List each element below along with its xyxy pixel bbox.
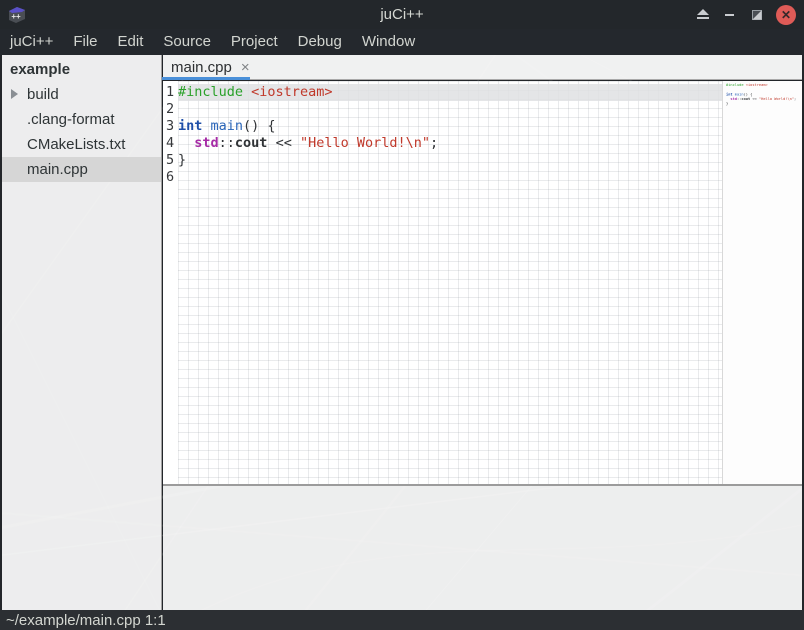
code-line-1: #include <iostream> bbox=[178, 84, 722, 101]
code-line-4: std::cout << "Hello World!\n"; bbox=[726, 97, 802, 102]
menubar: juCi++FileEditSourceProjectDebugWindow bbox=[0, 29, 804, 55]
shade-button[interactable] bbox=[695, 7, 711, 23]
line-number-gutter: 123456 bbox=[163, 81, 178, 484]
close-icon: ✕ bbox=[781, 9, 791, 21]
menu-item-edit[interactable]: Edit bbox=[110, 29, 152, 55]
code-line-3: int main() { bbox=[178, 118, 722, 135]
line-number: 3 bbox=[166, 118, 178, 135]
main-panel: main.cpp × 123456 #include <iostream> in… bbox=[163, 55, 802, 610]
tree-item--clang-format[interactable]: .clang-format bbox=[2, 107, 161, 132]
project-root-label: example bbox=[2, 57, 161, 82]
minimap-code: #include <iostream> int main() { std::co… bbox=[726, 83, 802, 111]
tree-item-build[interactable]: build bbox=[2, 82, 161, 107]
line-number: 1 bbox=[166, 84, 178, 101]
expander-arrow-icon[interactable] bbox=[11, 89, 18, 99]
menu-item-debug[interactable]: Debug bbox=[290, 29, 350, 55]
tree-item-main-cpp[interactable]: main.cpp bbox=[2, 157, 161, 182]
tree-item-label: .clang-format bbox=[27, 111, 115, 128]
tab-close-icon[interactable]: × bbox=[241, 60, 250, 75]
statusbar: ~/example/main.cpp 1:1 bbox=[0, 610, 804, 630]
line-number: 4 bbox=[166, 135, 178, 152]
menu-item-juci[interactable]: juCi++ bbox=[2, 29, 61, 55]
tree-item-label: build bbox=[27, 86, 59, 103]
eject-icon bbox=[696, 8, 710, 21]
menu-item-file[interactable]: File bbox=[65, 29, 105, 55]
menu-item-source[interactable]: Source bbox=[155, 29, 219, 55]
code-area[interactable]: #include <iostream> int main() { std::co… bbox=[178, 81, 722, 484]
window-title: juCi++ bbox=[0, 6, 804, 23]
tab-bar: main.cpp × bbox=[163, 55, 802, 80]
active-tab-indicator bbox=[162, 77, 250, 80]
terminal-panel[interactable] bbox=[163, 486, 802, 610]
titlebar: ++ juCi++ ✕ bbox=[0, 0, 804, 29]
code-line-5: } bbox=[178, 152, 722, 169]
restore-button[interactable] bbox=[749, 7, 765, 23]
line-number: 6 bbox=[166, 169, 178, 186]
code-text: #include <iostream> int main() { std::co… bbox=[178, 81, 722, 186]
code-line-6 bbox=[178, 169, 722, 186]
menu-item-window[interactable]: Window bbox=[354, 29, 423, 55]
file-tree-panel: example build .clang-format CMakeLists.txt… bbox=[2, 55, 162, 610]
juci-window: ++ juCi++ ✕ bbox=[0, 0, 804, 630]
restore-icon bbox=[751, 9, 763, 21]
minimize-button[interactable] bbox=[722, 7, 738, 23]
code-line-6 bbox=[726, 106, 802, 111]
content-area: example build .clang-format CMakeLists.txt… bbox=[0, 55, 804, 610]
source-editor[interactable]: 123456 #include <iostream> int main() { … bbox=[163, 81, 802, 484]
window-controls: ✕ bbox=[695, 0, 796, 29]
line-number: 2 bbox=[166, 101, 178, 118]
line-number: 5 bbox=[166, 152, 178, 169]
tree-item-label: main.cpp bbox=[27, 161, 88, 178]
code-line-2 bbox=[178, 101, 722, 118]
minimap[interactable]: #include <iostream> int main() { std::co… bbox=[722, 81, 802, 484]
menu-item-project[interactable]: Project bbox=[223, 29, 286, 55]
status-file-position: ~/example/main.cpp 1:1 bbox=[0, 612, 166, 629]
tab-label: main.cpp bbox=[171, 59, 232, 76]
file-tree: build .clang-format CMakeLists.txt main.cpp bbox=[2, 82, 161, 182]
tree-item-label: CMakeLists.txt bbox=[27, 136, 125, 153]
code-line-4: std::cout << "Hello World!\n"; bbox=[178, 135, 722, 152]
minimize-icon bbox=[724, 9, 736, 21]
tree-item-cmakelists-txt[interactable]: CMakeLists.txt bbox=[2, 132, 161, 157]
close-button[interactable]: ✕ bbox=[776, 5, 796, 25]
